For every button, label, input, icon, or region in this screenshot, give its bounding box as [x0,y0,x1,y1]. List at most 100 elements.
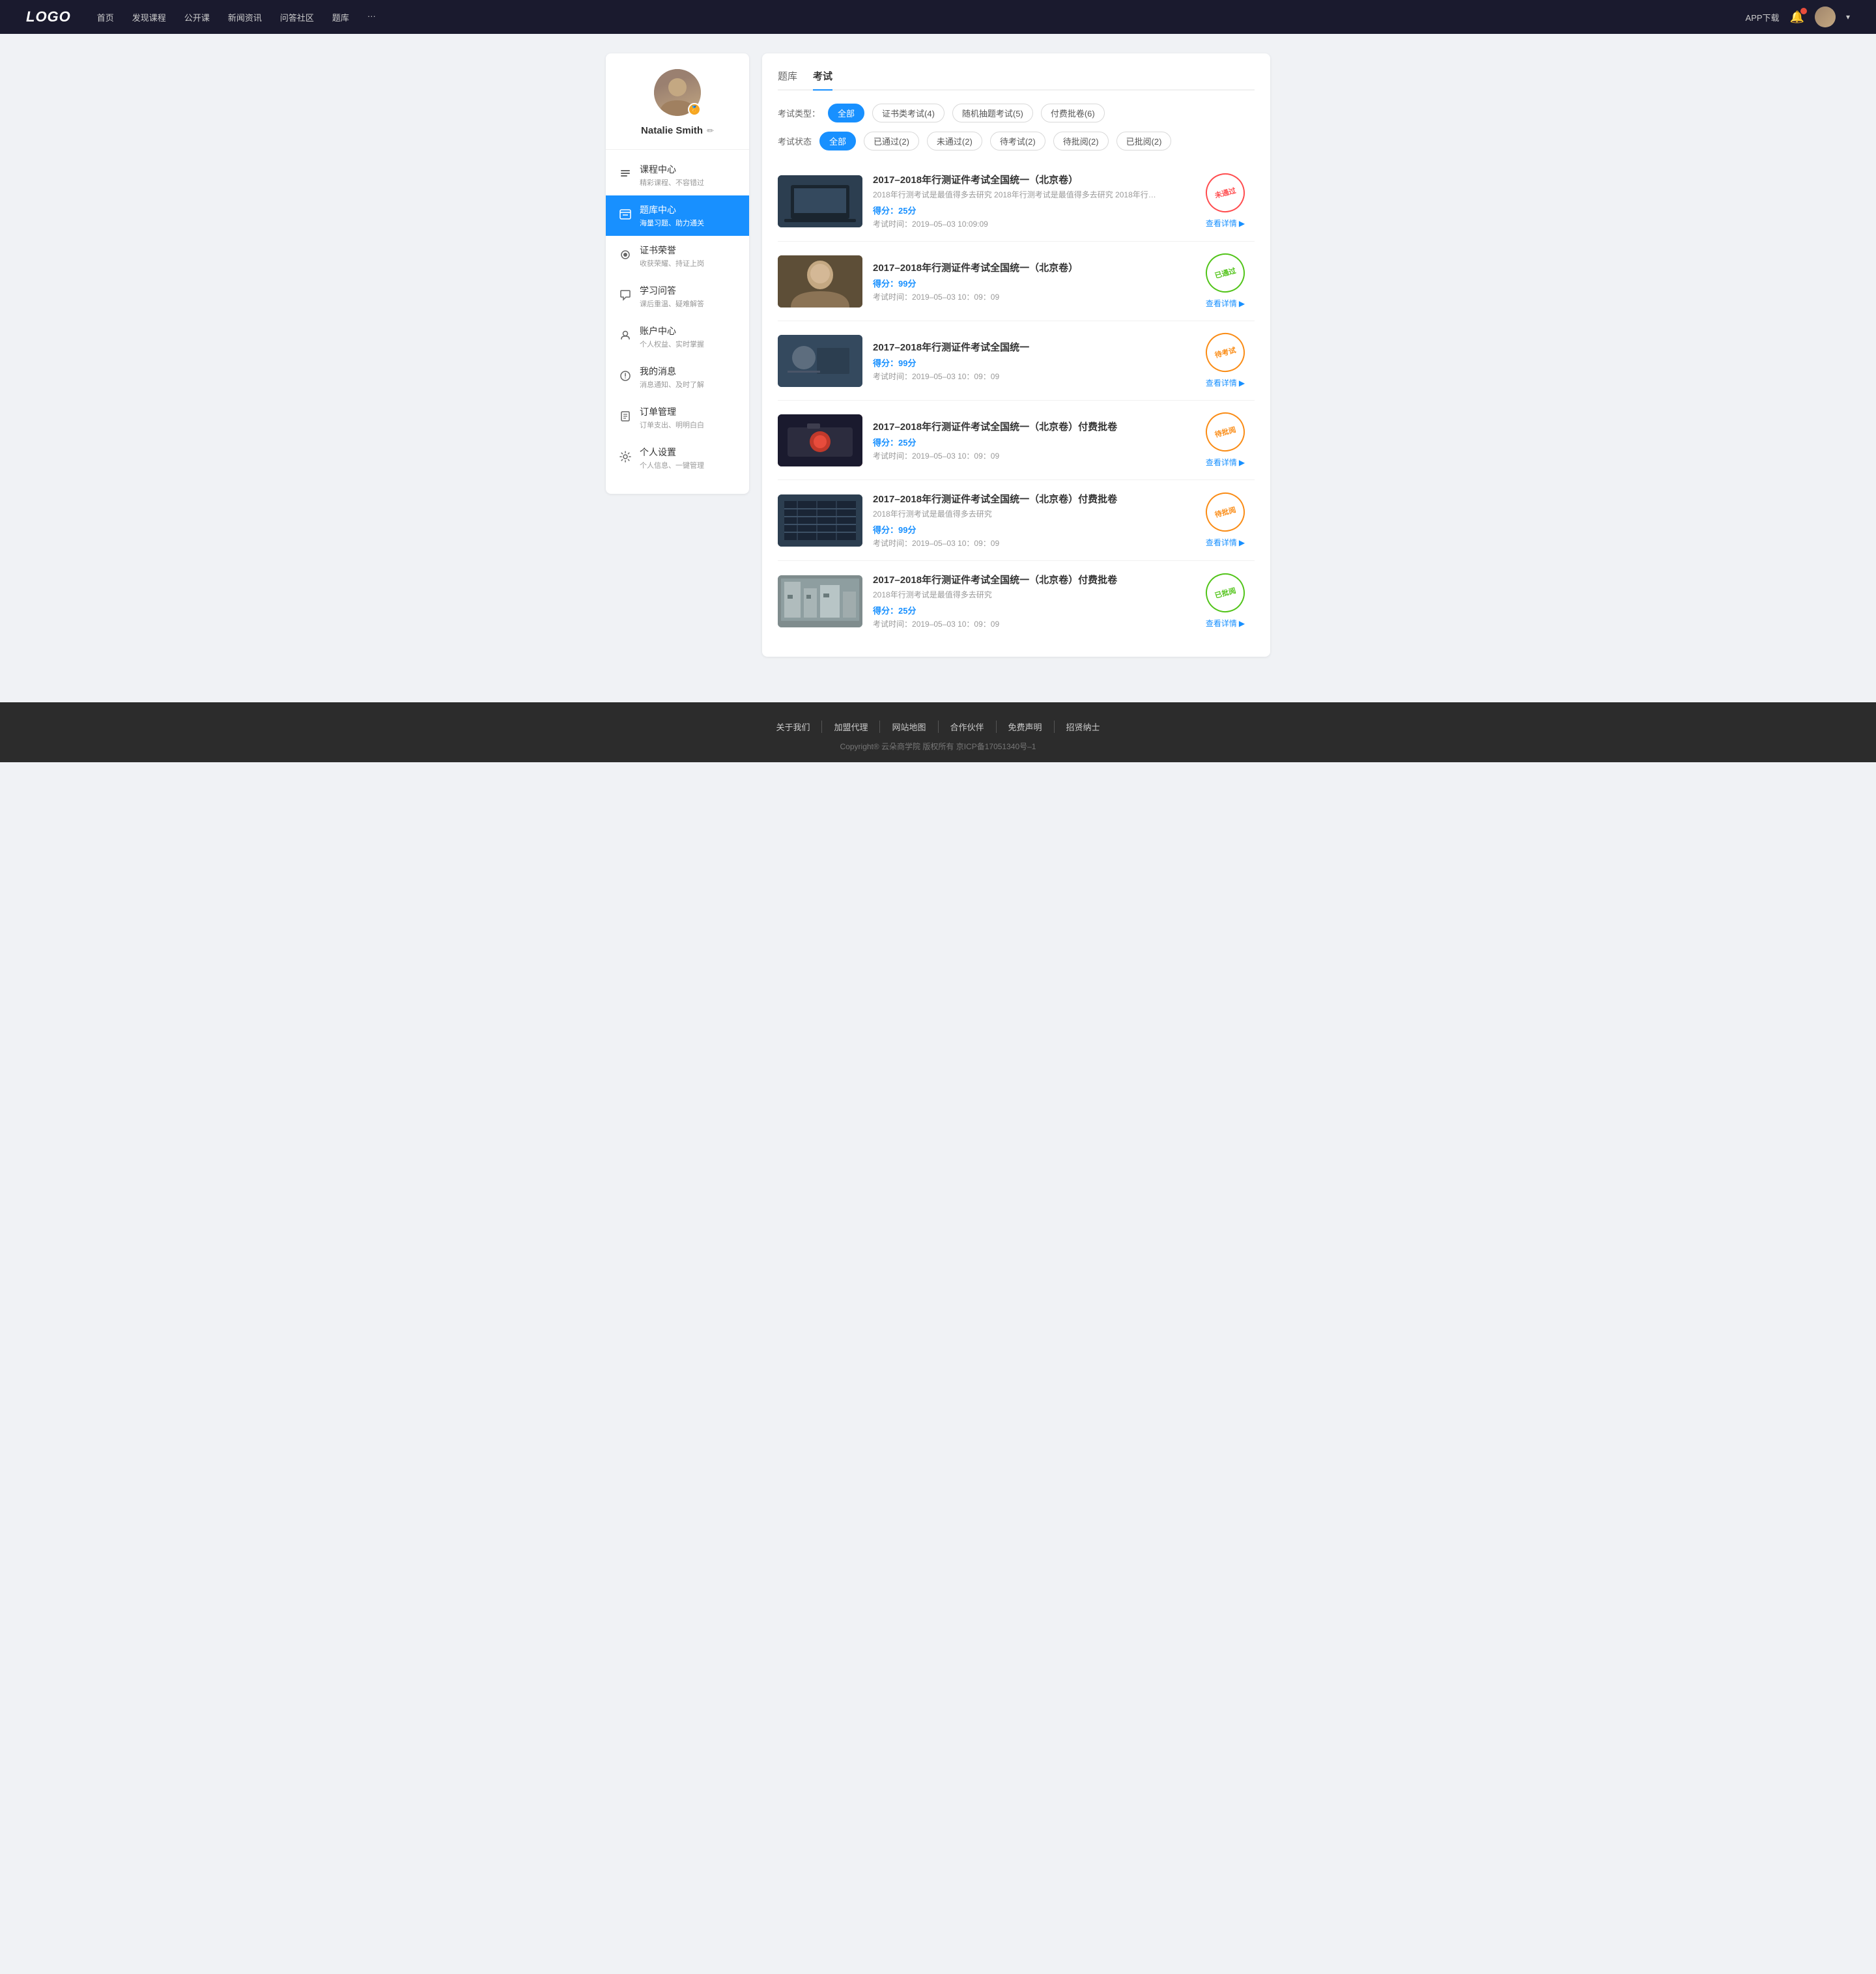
sidebar-course-label: 课程中心 [640,163,704,176]
filter-type-all[interactable]: 全部 [828,104,864,122]
exam-title-0: 2017–2018年行测证件考试全国统一（北京卷） [873,173,1186,186]
exam-info-1: 2017–2018年行测证件考试全国统一（北京卷） 得分：99分 考试时间：20… [873,261,1186,302]
footer-link-disclaimer[interactable]: 免费声明 [997,721,1055,733]
exam-title-1: 2017–2018年行测证件考试全国统一（北京卷） [873,261,1186,274]
footer-link-about[interactable]: 关于我们 [764,721,822,733]
sidebar-cert-sub: 收获荣耀、持证上岗 [640,258,704,268]
exam-desc-0: 2018年行测考试是最值得多去研究 2018年行测考试是最值得多去研究 2018… [873,189,1186,200]
filter-type-paid[interactable]: 付费批卷(6) [1041,104,1105,122]
score-value-1: 99 [898,279,907,289]
exam-right-5: 已批阅 查看详情 ▶ [1196,573,1255,629]
qa-icon [619,289,632,304]
filter-type-row: 考试类型： 全部 证书类考试(4) 随机抽题考试(5) 付费批卷(6) [778,104,1255,122]
tab-bank[interactable]: 题库 [778,69,797,89]
score-value-3: 25 [898,438,907,448]
sidebar: 🏅 Natalie Smith ✏ 课程中心 精彩课程、不容错过 [606,53,749,494]
nav-home[interactable]: 首页 [97,11,114,23]
account-icon [619,330,632,345]
edit-icon[interactable]: ✏ [707,126,714,136]
filter-status-pending[interactable]: 待考试(2) [990,132,1045,150]
content-tabs: 题库 考试 [778,69,1255,91]
thumb-svg-1 [778,255,862,308]
exam-detail-link-3[interactable]: 查看详情 ▶ [1206,457,1245,468]
nav-bank[interactable]: 题库 [332,11,349,23]
filter-status-failed[interactable]: 未通过(2) [927,132,982,150]
badge-icon: 🏅 [690,106,698,113]
exam-time-2: 考试时间：2019–05–03 10：09：09 [873,371,1186,382]
exam-desc-5: 2018年行测考试是最值得多去研究 [873,589,1186,600]
table-row: 2017–2018年行测证件考试全国统一（北京卷）付费批卷 得分：25分 考试时… [778,401,1255,480]
score-label-5: 得分： [873,606,898,616]
exam-score-1: 得分：99分 [873,277,1186,289]
main-container: 🏅 Natalie Smith ✏ 课程中心 精彩课程、不容错过 [593,34,1283,676]
sidebar-order-sub: 订单支出、明明白白 [640,420,704,430]
nav-more[interactable]: ··· [367,11,376,23]
exam-score-4: 得分：99分 [873,523,1186,536]
sidebar-bank-texts: 题库中心 海量习题、助力通关 [640,203,704,228]
exam-detail-link-5[interactable]: 查看详情 ▶ [1206,618,1245,629]
course-icon [619,168,632,183]
footer-link-sitemap[interactable]: 网站地图 [880,721,938,733]
sidebar-item-order[interactable]: 订单管理 订单支出、明明白白 [606,397,749,438]
nav-discover[interactable]: 发现课程 [132,11,166,23]
sidebar-bank-label: 题库中心 [640,203,704,216]
filter-status-review[interactable]: 待批阅(2) [1053,132,1109,150]
sidebar-item-cert[interactable]: 证书荣誉 收获荣耀、持证上岗 [606,236,749,276]
score-label-4: 得分： [873,525,898,535]
exam-time-1: 考试时间：2019–05–03 10：09：09 [873,291,1186,302]
exam-status-stamp-4: 待批阅 [1201,488,1249,536]
exam-thumb-4 [778,494,862,547]
avatar[interactable] [1815,7,1836,27]
notification-bell[interactable]: 🔔 [1790,10,1804,24]
filter-type-random[interactable]: 随机抽题考试(5) [952,104,1033,122]
sidebar-item-course[interactable]: 课程中心 精彩课程、不容错过 [606,155,749,195]
filter-status-reviewed[interactable]: 已批阅(2) [1116,132,1172,150]
nav-open-course[interactable]: 公开课 [184,11,210,23]
filter-status-all[interactable]: 全部 [819,132,856,150]
exam-status-stamp-1: 已通过 [1201,249,1249,296]
exam-detail-link-0[interactable]: 查看详情 ▶ [1206,218,1245,229]
main-nav: 首页 发现课程 公开课 新闻资讯 问答社区 题库 ··· [97,11,1746,23]
exam-detail-link-1[interactable]: 查看详情 ▶ [1206,298,1245,309]
app-download-btn[interactable]: APP下载 [1746,11,1780,23]
sidebar-item-account[interactable]: 账户中心 个人权益、实时掌握 [606,317,749,357]
exam-info-2: 2017–2018年行测证件考试全国统一 得分：99分 考试时间：2019–05… [873,340,1186,382]
exam-right-3: 待批阅 查看详情 ▶ [1196,412,1255,468]
sidebar-bank-sub: 海量习题、助力通关 [640,218,704,228]
exam-time-4: 考试时间：2019–05–03 10：09：09 [873,537,1186,549]
score-unit-1: 分 [907,279,916,289]
sidebar-item-settings[interactable]: 个人设置 个人信息、一键管理 [606,438,749,478]
footer-link-recruit[interactable]: 招贤纳士 [1055,721,1112,733]
footer-link-agency[interactable]: 加盟代理 [822,721,880,733]
footer-link-partner[interactable]: 合作伙伴 [939,721,997,733]
exam-status-stamp-5: 已批阅 [1201,569,1249,616]
filter-type-cert[interactable]: 证书类考试(4) [872,104,945,122]
score-unit-2: 分 [907,358,916,368]
filter-type-label: 考试类型： [778,107,820,119]
exam-right-0: 未通过 查看详情 ▶ [1196,173,1255,229]
detail-arrow-1: ▶ [1239,299,1245,308]
exam-info-3: 2017–2018年行测证件考试全国统一（北京卷）付费批卷 得分：25分 考试时… [873,420,1186,461]
exam-status-stamp-0: 未通过 [1201,169,1249,216]
time-label-4: 考试时间： [873,539,912,548]
exam-score-5: 得分：25分 [873,604,1186,616]
exam-detail-link-2[interactable]: 查看详情 ▶ [1206,377,1245,388]
nav-news[interactable]: 新闻资讯 [228,11,262,23]
filter-status-passed[interactable]: 已通过(2) [864,132,919,150]
tab-exam[interactable]: 考试 [813,69,832,89]
nav-qa[interactable]: 问答社区 [280,11,314,23]
logo[interactable]: LOGO [26,8,71,25]
time-label-2: 考试时间： [873,372,912,381]
exam-title-4: 2017–2018年行测证件考试全国统一（北京卷）付费批卷 [873,492,1186,506]
sidebar-item-qa[interactable]: 学习问答 课后重温、疑难解答 [606,276,749,317]
exam-time-5: 考试时间：2019–05–03 10：09：09 [873,618,1186,629]
avatar-caret[interactable]: ▾ [1846,12,1850,21]
exam-status-stamp-3: 待批阅 [1201,408,1249,455]
thumb-svg-4 [778,494,862,547]
sidebar-message-sub: 消息通知、及时了解 [640,379,704,390]
sidebar-item-message[interactable]: 我的消息 消息通知、及时了解 [606,357,749,397]
sidebar-item-bank[interactable]: 题库中心 海量习题、助力通关 [606,195,749,236]
sidebar-settings-texts: 个人设置 个人信息、一键管理 [640,446,704,470]
sidebar-cert-label: 证书荣誉 [640,244,704,257]
exam-detail-link-4[interactable]: 查看详情 ▶ [1206,537,1245,548]
